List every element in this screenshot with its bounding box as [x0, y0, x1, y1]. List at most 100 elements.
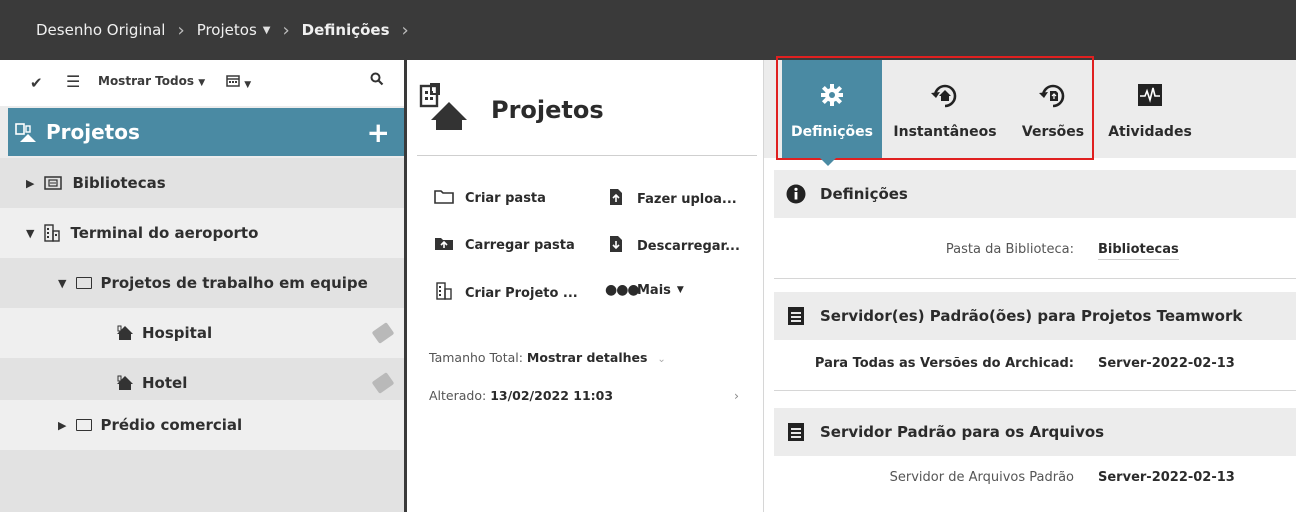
modified-label: Alterado:	[429, 388, 487, 403]
row-value: Server-2022-02-13	[1098, 356, 1235, 371]
action-label: Criar pasta	[465, 190, 546, 206]
action-label: Fazer uploa...	[637, 191, 737, 207]
expand-caret-icon[interactable]: ▶	[26, 177, 34, 190]
upload-file-button[interactable]: Fazer uploa...	[605, 188, 737, 210]
breadcrumb-item-desenho-original[interactable]: Desenho Original	[36, 21, 165, 39]
tree-item-label: Projetos de trabalho em equipe	[100, 274, 368, 292]
library-folder-icon	[44, 176, 63, 190]
folder-icon	[76, 419, 93, 431]
breadcrumb: Desenho Original › Projetos ▼ › Definiçõ…	[36, 0, 421, 60]
tree-empty-row	[0, 450, 404, 512]
section-header-definicoes[interactable]: Definições	[774, 170, 1296, 218]
tree-item-label: Hotel	[142, 374, 188, 392]
section-title: Definições	[820, 185, 908, 203]
collapse-caret-icon[interactable]: ▼	[26, 227, 34, 240]
tree-item-predio-comercial[interactable]: ▶ Prédio comercial	[0, 400, 404, 450]
projects-building-icon	[14, 122, 36, 142]
divider	[774, 390, 1296, 391]
expand-caret-icon[interactable]: ▶	[58, 419, 66, 432]
top-bar: Desenho Original › Projetos ▼ › Definiçõ…	[0, 0, 1296, 60]
tree-item-label: Hospital	[142, 324, 213, 342]
total-size-row: Tamanho Total: Mostrar detalhes ⌄	[429, 350, 666, 365]
teamwork-server-row: Para Todas as Versões do Archicad: Serve…	[764, 356, 1296, 376]
calendar-dropdown[interactable]: ▼	[226, 74, 251, 90]
tree-item-label: Bibliotecas	[72, 174, 166, 192]
folder-icon	[433, 188, 455, 208]
tree-item-terminal-do-aeroporto[interactable]: ▼ Terminal do aeroporto	[0, 208, 404, 258]
tag-icon[interactable]	[371, 372, 395, 394]
chevron-right-icon[interactable]: ›	[734, 388, 739, 403]
building-icon	[433, 282, 455, 304]
tab-label: Atividades	[1108, 124, 1192, 140]
tag-icon[interactable]	[371, 322, 395, 344]
chevron-down-icon[interactable]: ⌄	[657, 354, 665, 365]
collapse-caret-icon[interactable]: ▼	[58, 277, 66, 290]
tab-atividades[interactable]: Atividades	[1100, 60, 1200, 158]
breadcrumb-separator-icon: ›	[177, 19, 185, 41]
project-details-panel: Projetos Criar pasta Fazer uploa... Carr…	[407, 60, 763, 512]
activity-icon	[1137, 80, 1163, 110]
chevron-down-icon: ▼	[244, 80, 252, 90]
section-header-teamwork-servers[interactable]: Servidor(es) Padrão(ões) para Projetos T…	[774, 292, 1296, 340]
tree-item-bibliotecas[interactable]: ▶ Bibliotecas	[0, 158, 404, 208]
section-title: Servidor(es) Padrão(ões) para Projetos T…	[820, 307, 1243, 325]
upload-folder-button[interactable]: Carregar pasta	[433, 235, 575, 255]
create-folder-button[interactable]: Criar pasta	[433, 188, 546, 208]
total-size-label: Tamanho Total:	[429, 350, 523, 365]
tree-item-label: Prédio comercial	[100, 416, 243, 434]
file-server-row: Servidor de Arquivos Padrão Server-2022-…	[764, 470, 1296, 490]
search-icon[interactable]	[370, 72, 384, 89]
list-icon[interactable]: ☰	[66, 72, 80, 91]
tree-item-hospital[interactable]: Hospital	[0, 308, 404, 358]
library-folder-row: Pasta da Biblioteca: Bibliotecas	[764, 242, 1296, 262]
more-icon: ●●●	[605, 282, 640, 298]
checkmark-icon[interactable]: ✔	[30, 74, 43, 92]
modified-value: 13/02/2022 11:03	[490, 388, 614, 403]
download-icon	[605, 235, 627, 257]
project-tree-panel: ✔ ☰ Mostrar Todos ▼ ▼ Projetos + ▶ Bibli…	[0, 60, 404, 512]
filter-dropdown[interactable]: Mostrar Todos ▼	[98, 74, 205, 88]
projects-building-icon	[417, 82, 473, 134]
modified-row[interactable]: Alterado: 13/02/2022 11:03 ›	[429, 388, 739, 403]
section-header-file-server[interactable]: Servidor Padrão para os Arquivos	[774, 408, 1296, 456]
page-title: Projetos	[491, 96, 604, 124]
more-button[interactable]: ●●● Mais ▼	[605, 282, 684, 298]
upload-folder-icon	[433, 235, 455, 255]
divider	[774, 278, 1296, 279]
tree-item-label: Terminal do aeroporto	[70, 224, 259, 242]
row-value: Server-2022-02-13	[1098, 470, 1235, 485]
info-icon	[786, 184, 806, 204]
building-icon	[44, 224, 61, 242]
breadcrumb-separator-icon: ›	[401, 19, 409, 41]
row-key: Servidor de Arquivos Padrão	[889, 470, 1074, 485]
action-label: Criar Projeto ...	[465, 285, 578, 301]
chevron-down-icon: ▼	[198, 78, 206, 88]
action-label: Descarregar...	[637, 238, 740, 254]
library-folder-link[interactable]: Bibliotecas	[1098, 242, 1179, 260]
active-tab-indicator	[820, 158, 836, 166]
filter-label: Mostrar Todos	[98, 74, 194, 88]
upload-icon	[605, 188, 627, 210]
create-project-button[interactable]: Criar Projeto ...	[433, 282, 578, 304]
tree-toolbar: ✔ ☰ Mostrar Todos ▼ ▼	[0, 60, 404, 106]
tree-item-projetos-de-trabalho[interactable]: ▼ Projetos de trabalho em equipe	[0, 258, 404, 308]
calendar-icon	[226, 75, 244, 90]
action-label: Carregar pasta	[465, 237, 575, 253]
download-button[interactable]: Descarregar...	[605, 235, 740, 257]
folder-icon	[76, 277, 93, 289]
server-icon	[786, 306, 806, 326]
action-label: Mais	[637, 282, 671, 298]
row-key: Para Todas as Versões do Archicad:	[814, 356, 1074, 371]
chevron-down-icon: ▼	[676, 285, 684, 295]
section-title: Servidor Padrão para os Arquivos	[820, 423, 1105, 441]
breadcrumb-item-definicoes[interactable]: Definições	[302, 21, 390, 39]
tab-highlight-box	[776, 56, 1094, 160]
breadcrumb-separator-icon: ›	[282, 19, 290, 41]
breadcrumb-item-projetos[interactable]: Projetos	[197, 21, 257, 39]
add-project-button[interactable]: +	[367, 116, 390, 149]
show-details-link[interactable]: Mostrar detalhes	[527, 350, 648, 365]
teamwork-project-icon	[116, 375, 134, 391]
chevron-down-icon[interactable]: ▼	[263, 25, 271, 36]
projects-header[interactable]: Projetos +	[8, 108, 404, 156]
server-icon	[786, 422, 806, 442]
